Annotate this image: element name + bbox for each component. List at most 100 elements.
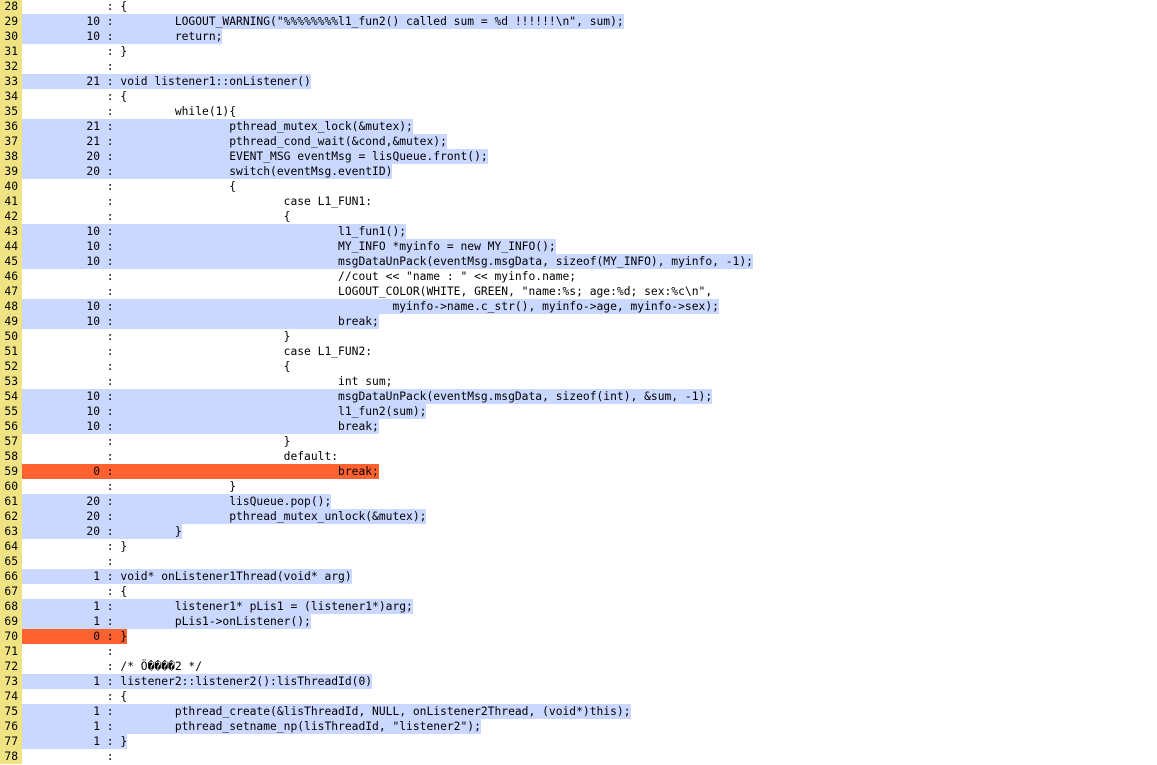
code-text: break; — [120, 420, 379, 433]
code-text: LOGOUT_WARNING("%%%%%%%%l1_fun2() called… — [120, 15, 624, 28]
count-separator: : — [100, 285, 121, 298]
count-separator: : — [100, 60, 121, 73]
execution-count: 21 — [86, 135, 100, 148]
line-number: 42 — [0, 209, 22, 224]
count-separator: : — [100, 0, 121, 13]
line-number: 34 — [0, 89, 22, 104]
line-number: 67 — [0, 584, 22, 599]
source-line: 31 : } — [0, 44, 1157, 59]
line-number: 32 — [0, 59, 22, 74]
line-segment: : //cout << "name : " << myinfo.name; — [22, 269, 576, 284]
line-number: 45 — [0, 254, 22, 269]
line-segment: : { — [22, 584, 127, 599]
line-number: 35 — [0, 104, 22, 119]
code-text: while(1){ — [120, 105, 237, 118]
source-line: 60 : } — [0, 479, 1157, 494]
code-text: lisQueue.pop(); — [120, 495, 332, 508]
line-segment: : case L1_FUN2: — [22, 344, 372, 359]
execution-count: 10 — [86, 390, 100, 403]
execution-count: 20 — [86, 495, 100, 508]
code-text: switch(eventMsg.eventID) — [120, 165, 393, 178]
source-line: 50 : } — [0, 329, 1157, 344]
source-line: 51 : case L1_FUN2: — [0, 344, 1157, 359]
covered-line-segment: 1 : pthread_setname_np(lisThreadId, "lis… — [22, 719, 481, 734]
source-line: 70 0 : } — [0, 629, 1157, 644]
source-line: 53 : int sum; — [0, 374, 1157, 389]
code-text: } — [120, 330, 291, 343]
count-separator: : — [100, 315, 121, 328]
covered-line-segment: 20 : lisQueue.pop(); — [22, 494, 332, 509]
covered-line-segment: 21 : pthread_mutex_lock(&mutex); — [22, 119, 413, 134]
line-segment: : { — [22, 179, 236, 194]
line-number: 55 — [0, 404, 22, 419]
source-line: 54 10 : msgDataUnPack(eventMsg.msgData, s… — [0, 389, 1157, 404]
source-line: 66 1 : void* onListener1Thread(void* arg) — [0, 569, 1157, 584]
source-line: 34 : { — [0, 89, 1157, 104]
count-separator: : — [100, 300, 121, 313]
execution-count: 1 — [93, 720, 100, 733]
line-number: 52 — [0, 359, 22, 374]
line-segment: : — [22, 749, 120, 764]
code-text: break; — [120, 465, 379, 478]
source-line: 32 : — [0, 59, 1157, 74]
count-separator: : — [100, 420, 121, 433]
line-segment: : /* Ö����2 */ — [22, 659, 202, 674]
count-separator: : — [100, 120, 121, 133]
code-text: } — [120, 540, 128, 553]
execution-count: 10 — [86, 15, 100, 28]
code-text: } — [120, 525, 182, 538]
line-segment: : } — [22, 434, 291, 449]
count-separator: : — [100, 15, 121, 28]
execution-count: 10 — [86, 315, 100, 328]
source-line: 39 20 : switch(eventMsg.eventID) — [0, 164, 1157, 179]
source-line: 68 1 : listener1* pLis1 = (listener1*)arg… — [0, 599, 1157, 614]
line-number: 36 — [0, 119, 22, 134]
source-line: 33 21 : void listener1::onListener() — [0, 74, 1157, 89]
source-line: 58 : default: — [0, 449, 1157, 464]
source-line: 61 20 : lisQueue.pop(); — [0, 494, 1157, 509]
line-segment: : LOGOUT_COLOR(WHITE, GREEN, "name:%s; a… — [22, 284, 712, 299]
count-separator: : — [100, 225, 121, 238]
count-separator: : — [100, 435, 121, 448]
execution-count: 10 — [86, 30, 100, 43]
line-segment: : { — [22, 89, 127, 104]
execution-count: 20 — [86, 165, 100, 178]
code-text: case L1_FUN2: — [120, 345, 373, 358]
line-segment: : { — [22, 359, 291, 374]
code-text: { — [120, 360, 291, 373]
line-number: 28 — [0, 0, 22, 14]
count-separator: : — [100, 255, 121, 268]
line-segment: : } — [22, 479, 236, 494]
source-line: 30 10 : return; — [0, 29, 1157, 44]
code-text: break; — [120, 315, 379, 328]
count-separator: : — [100, 570, 121, 583]
line-number: 46 — [0, 269, 22, 284]
covered-line-segment: 20 : } — [22, 524, 182, 539]
line-number: 61 — [0, 494, 22, 509]
code-text: l1_fun2(sum); — [120, 405, 427, 418]
line-number: 56 — [0, 419, 22, 434]
count-separator: : — [100, 720, 121, 733]
line-segment: : } — [22, 539, 127, 554]
source-line: 43 10 : l1_fun1(); — [0, 224, 1157, 239]
uncovered-line-segment: 0 : } — [22, 629, 128, 644]
source-line: 36 21 : pthread_mutex_lock(&mutex); — [0, 119, 1157, 134]
count-separator: : — [100, 735, 121, 748]
execution-count: 21 — [86, 75, 100, 88]
covered-line-segment: 21 : pthread_cond_wait(&cond,&mutex); — [22, 134, 447, 149]
count-separator: : — [100, 180, 121, 193]
source-line: 64 : } — [0, 539, 1157, 554]
execution-count: 1 — [93, 615, 100, 628]
source-line: 77 1 : } — [0, 734, 1157, 749]
line-number: 43 — [0, 224, 22, 239]
line-number: 33 — [0, 74, 22, 89]
source-line: 56 10 : break; — [0, 419, 1157, 434]
covered-line-segment: 10 : MY_INFO *myinfo = new MY_INFO(); — [22, 239, 556, 254]
covered-line-segment: 10 : l1_fun1(); — [22, 224, 407, 239]
source-line: 74 : { — [0, 689, 1157, 704]
code-text: pLis1->onListener(); — [120, 615, 311, 628]
covered-line-segment: 10 : msgDataUnPack(eventMsg.msgData, siz… — [22, 389, 713, 404]
line-number: 50 — [0, 329, 22, 344]
execution-count: 0 — [93, 465, 100, 478]
count-separator: : — [100, 750, 121, 763]
